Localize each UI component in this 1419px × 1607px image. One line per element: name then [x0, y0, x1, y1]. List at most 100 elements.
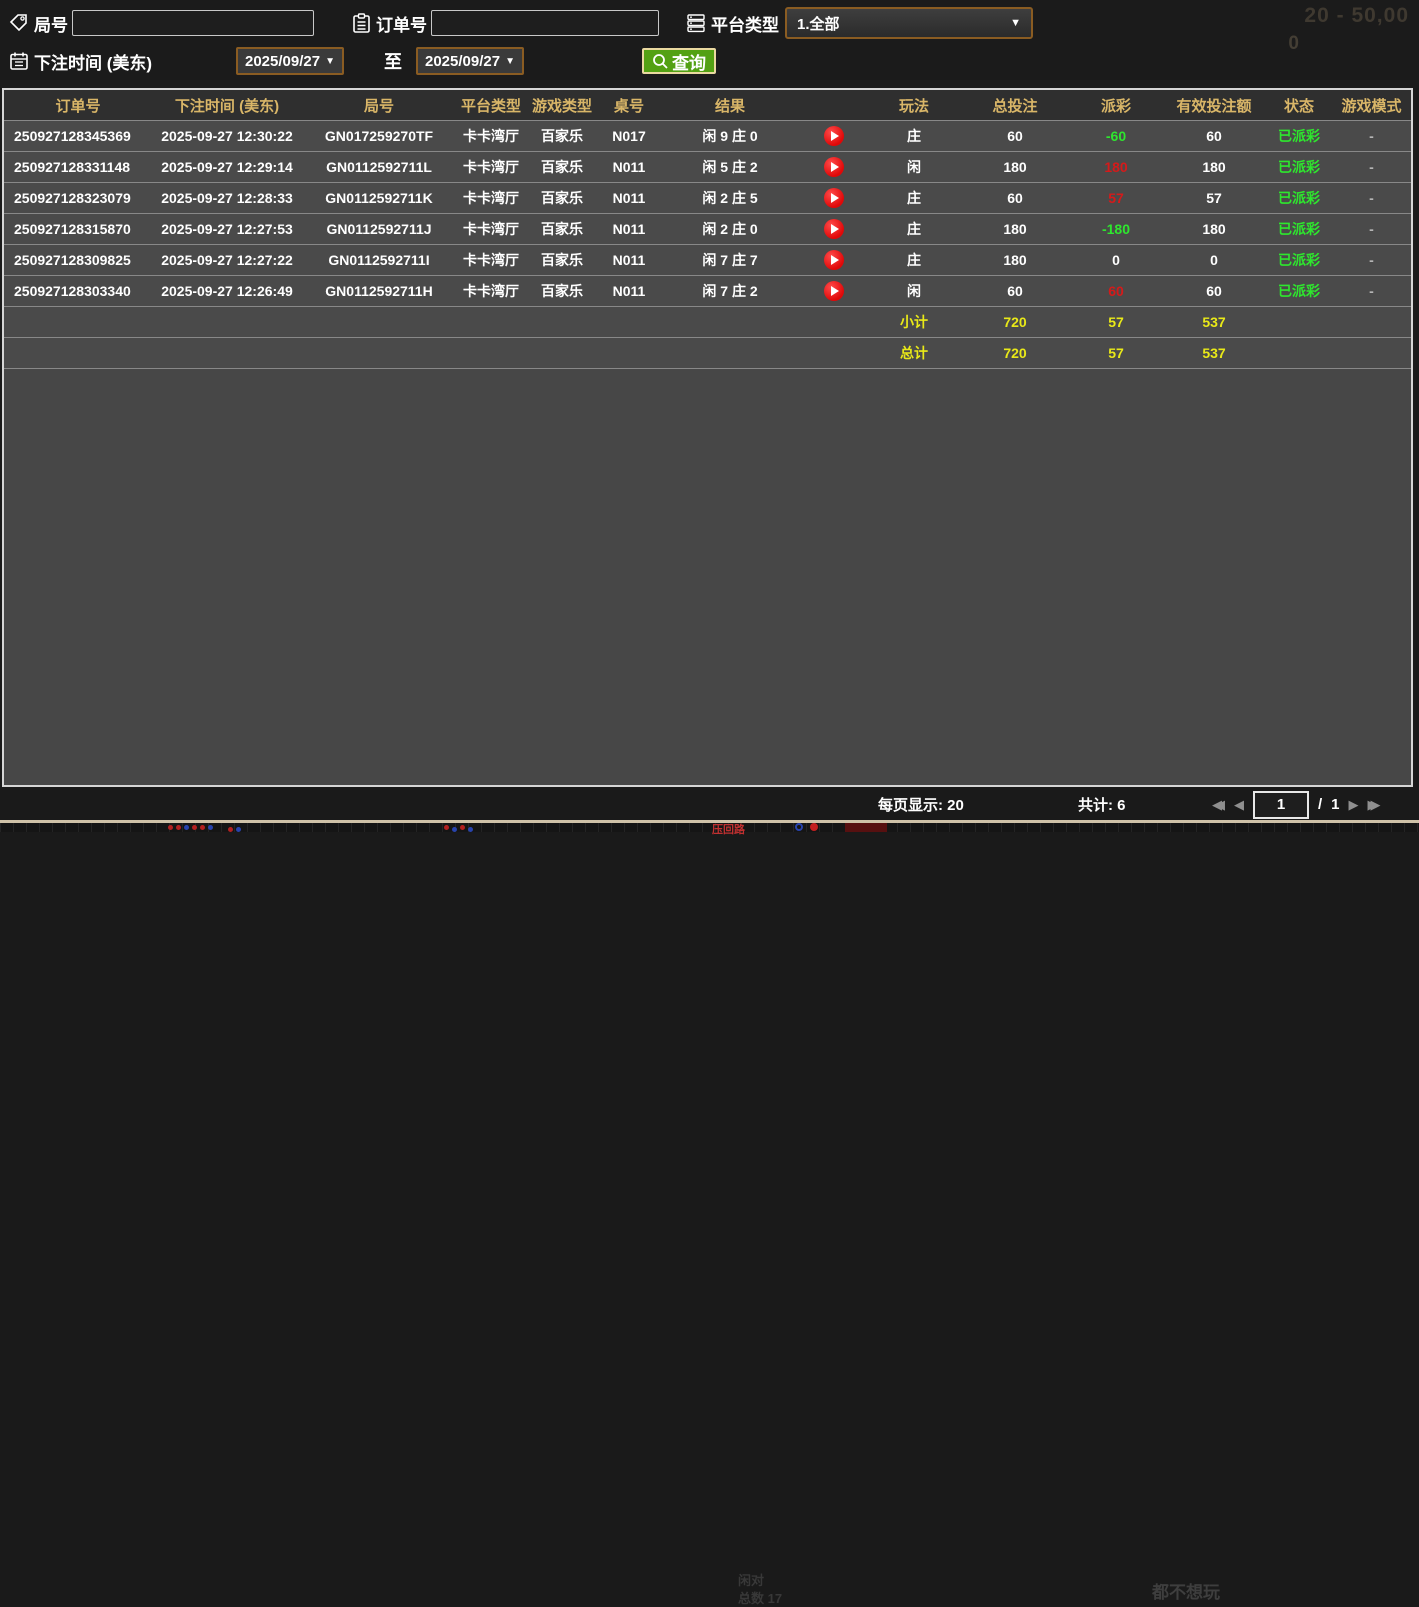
- ghost-text: 闲对: [738, 1570, 764, 1589]
- total-bet: 60: [960, 190, 1070, 206]
- table-row: 250927128323079 2025-09-27 12:28:33 GN01…: [4, 183, 1411, 214]
- round-number-input[interactable]: [72, 10, 314, 36]
- bet-time: 2025-09-27 12:27:53: [152, 221, 302, 237]
- round-no: GN0112592711K: [302, 190, 456, 206]
- table-row: 250927128345369 2025-09-27 12:30:22 GN01…: [4, 121, 1411, 152]
- total-label: 总计: [868, 343, 960, 363]
- total-bet: 60: [960, 128, 1070, 144]
- valid-bet: 57: [1162, 190, 1266, 206]
- col-header: 订单号: [4, 95, 152, 116]
- date-to-picker[interactable]: 2025/09/27 ▼: [416, 47, 524, 75]
- prev-page-icon[interactable]: ◀: [1234, 797, 1244, 813]
- col-header: 总投注: [960, 95, 1070, 116]
- tag-icon: [8, 12, 30, 34]
- col-header: 状态: [1266, 95, 1332, 116]
- play-icon[interactable]: [824, 250, 844, 270]
- table-header-row: 订单号 下注时间 (美东) 局号 平台类型 游戏类型 桌号 结果 玩法 总投注 …: [4, 90, 1411, 121]
- platform-type-select[interactable]: 1.全部 ▼: [785, 7, 1033, 39]
- col-header: 下注时间 (美东): [152, 95, 302, 116]
- total-count-label: 共计: 6: [1078, 794, 1126, 815]
- bet-time: 2025-09-27 12:26:49: [152, 283, 302, 299]
- result: 闲 7 庄 7: [660, 250, 800, 270]
- ghost-marker: [845, 823, 887, 832]
- status-badge: 已派彩: [1266, 219, 1332, 239]
- platform: 卡卡湾厅: [456, 250, 526, 270]
- total-payout: 57: [1070, 345, 1162, 361]
- round-no: GN017259270TF: [302, 128, 456, 144]
- platform-type-value: 1.全部: [797, 13, 840, 34]
- subtotal-payout: 57: [1070, 314, 1162, 330]
- total-bet: 180: [960, 252, 1070, 268]
- payout: 60: [1108, 283, 1124, 299]
- payout: 57: [1108, 190, 1124, 206]
- col-header: 游戏模式: [1332, 95, 1411, 116]
- search-button[interactable]: 查询: [642, 48, 716, 74]
- platform: 卡卡湾厅: [456, 219, 526, 239]
- ghost-marker: [795, 823, 803, 831]
- page-number-input[interactable]: [1253, 791, 1309, 819]
- col-header: 桌号: [598, 95, 660, 116]
- order-number-label: 订单号: [376, 11, 427, 36]
- subtotal-total-bet: 720: [960, 314, 1070, 330]
- clipboard-icon: [350, 12, 372, 34]
- background-roadmap-strip: 压回路: [0, 823, 1419, 832]
- play-icon[interactable]: [824, 188, 844, 208]
- table-no: N011: [598, 190, 660, 206]
- table-row: 250927128303340 2025-09-27 12:26:49 GN01…: [4, 276, 1411, 307]
- order-no: 250927128309825: [4, 252, 152, 268]
- order-number-input[interactable]: [431, 10, 659, 36]
- next-page-icon[interactable]: ▶: [1349, 797, 1359, 813]
- bet-type: 闲: [868, 157, 960, 177]
- play-icon[interactable]: [824, 157, 844, 177]
- play-icon[interactable]: [824, 126, 844, 146]
- search-button-label: 查询: [672, 49, 706, 74]
- bet-history-table: 订单号 下注时间 (美东) 局号 平台类型 游戏类型 桌号 结果 玩法 总投注 …: [2, 88, 1413, 787]
- bet-type: 庄: [868, 188, 960, 208]
- play-icon[interactable]: [824, 219, 844, 239]
- col-header: 玩法: [868, 95, 960, 116]
- game-mode: -: [1332, 190, 1411, 206]
- status-badge: 已派彩: [1266, 157, 1332, 177]
- bet-time-label: 下注时间 (美东): [34, 49, 182, 74]
- table-empty-area: [4, 369, 1411, 785]
- last-page-icon[interactable]: ▶▶: [1368, 797, 1381, 813]
- result: 闲 7 庄 2: [660, 281, 800, 301]
- payout: -180: [1102, 221, 1130, 237]
- search-icon: [652, 53, 669, 70]
- filter-bar: 局号 订单号 平台类型 1.全部 ▼ 下注时间 (美东) 2025/09/27 …: [0, 0, 1419, 88]
- table-no: N011: [598, 221, 660, 237]
- total-valid-bet: 537: [1162, 345, 1266, 361]
- game-type: 百家乐: [526, 157, 598, 177]
- game-mode: -: [1332, 128, 1411, 144]
- game-mode: -: [1332, 221, 1411, 237]
- order-no: 250927128303340: [4, 283, 152, 299]
- order-no: 250927128331148: [4, 159, 152, 175]
- result: 闲 9 庄 0: [660, 126, 800, 146]
- col-header: 结果: [660, 95, 800, 116]
- play-icon[interactable]: [824, 281, 844, 301]
- game-mode: -: [1332, 252, 1411, 268]
- payout: 180: [1104, 159, 1127, 175]
- platform: 卡卡湾厅: [456, 157, 526, 177]
- bet-time: 2025-09-27 12:28:33: [152, 190, 302, 206]
- bet-time: 2025-09-27 12:30:22: [152, 128, 302, 144]
- bet-type: 庄: [868, 126, 960, 146]
- total-bet: 60: [960, 283, 1070, 299]
- date-from-picker[interactable]: 2025/09/27 ▼: [236, 47, 344, 75]
- valid-bet: 0: [1162, 252, 1266, 268]
- col-header: 有效投注额: [1162, 95, 1266, 116]
- round-number-label: 局号: [34, 11, 68, 36]
- order-no: 250927128345369: [4, 128, 152, 144]
- col-header: 派彩: [1070, 95, 1162, 116]
- first-page-icon[interactable]: ◀◀: [1212, 797, 1225, 813]
- table-row: 250927128331148 2025-09-27 12:29:14 GN01…: [4, 152, 1411, 183]
- subtotal-row: 小计 720 57 537: [4, 307, 1411, 338]
- payout: 0: [1112, 252, 1120, 268]
- valid-bet: 60: [1162, 128, 1266, 144]
- valid-bet: 180: [1162, 221, 1266, 237]
- bet-type: 庄: [868, 219, 960, 239]
- total-row: 总计 720 57 537: [4, 338, 1411, 369]
- bet-type: 庄: [868, 250, 960, 270]
- pagination-bar: 闲对 总数 17 都不想玩 每页显示: 20 共计: 6 ◀◀ ◀ / 1 ▶ …: [0, 789, 1419, 820]
- chevron-down-icon: ▼: [505, 56, 515, 67]
